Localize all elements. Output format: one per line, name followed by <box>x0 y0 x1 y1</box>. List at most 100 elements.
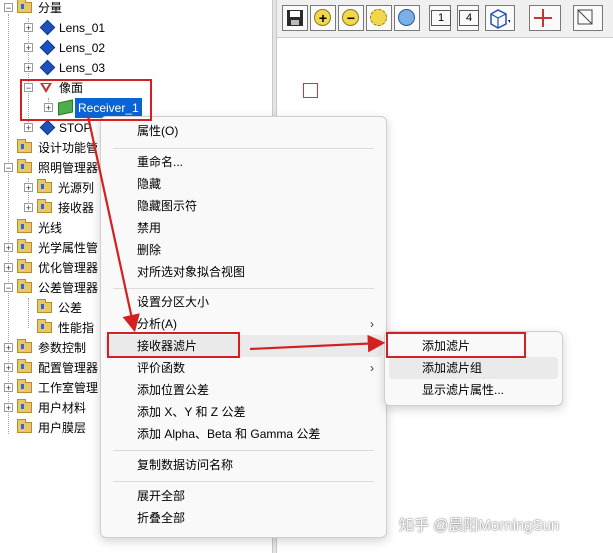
expand-icon[interactable]: + <box>4 383 13 393</box>
zoom-fit-icon <box>398 9 415 26</box>
zoom-in-button[interactable]: + <box>310 5 336 31</box>
save-button[interactable] <box>282 5 308 31</box>
menu-item-label: 隐藏图示符 <box>137 199 198 213</box>
expand-icon[interactable]: + <box>4 243 13 253</box>
menu-item-hide-glyph[interactable]: 隐藏图示符 <box>105 195 382 217</box>
menu-item-label: 禁用 <box>137 221 162 235</box>
menu-item-disable[interactable]: 禁用 <box>105 217 382 239</box>
folder-icon <box>17 259 32 273</box>
highlight-box-add-filter <box>386 332 526 358</box>
submenu-item-show-filter-properties[interactable]: 显示滤片属性... <box>389 379 558 401</box>
tree-item-label: STOP <box>59 121 92 135</box>
lens-diamond-icon <box>39 119 56 136</box>
menu-separator <box>113 481 374 482</box>
menu-item-copy-data-access-name[interactable]: 复制数据访问名称 <box>105 454 382 476</box>
tree-item-label: Lens_03 <box>59 61 106 75</box>
menu-item-label: 添加滤片组 <box>422 361 483 375</box>
axis-icon <box>534 9 552 27</box>
folder-icon <box>17 0 32 13</box>
expand-icon[interactable]: + <box>24 123 33 133</box>
chevron-right-icon: › <box>370 317 374 331</box>
lens-diamond-icon <box>39 59 56 76</box>
collapse-icon[interactable]: − <box>4 283 13 293</box>
menu-item-fit-view[interactable]: 对所选对象拟合视图 <box>105 261 382 283</box>
menu-separator <box>113 148 374 149</box>
tree-item-label: 性能指 <box>58 321 95 335</box>
collapse-icon[interactable]: − <box>4 3 13 13</box>
expand-icon[interactable]: + <box>4 403 13 413</box>
chevron-right-icon: › <box>370 361 374 375</box>
menu-item-label: 属性(O) <box>137 124 179 138</box>
submenu-item-add-filter-group[interactable]: 添加滤片组 <box>389 357 558 379</box>
menu-item-label: 添加 X、Y 和 Z 公差 <box>137 405 246 419</box>
view-1-label: 1 <box>431 10 451 26</box>
expand-icon[interactable]: + <box>24 43 33 53</box>
menu-item-delete[interactable]: 删除 <box>105 239 382 261</box>
menu-item-collapse-all[interactable]: 折叠全部 <box>105 507 382 529</box>
menu-item-rename[interactable]: 重命名... <box>105 151 382 173</box>
tree-item-lens-01[interactable]: + Lens_01 <box>0 18 270 38</box>
tree-item-lens-03[interactable]: + Lens_03 <box>0 58 270 78</box>
tree-item-label: 工作室管理 <box>38 381 99 395</box>
menu-item-label: 显示滤片属性... <box>422 383 505 397</box>
expand-icon[interactable]: + <box>4 343 13 353</box>
folder-icon <box>37 299 52 313</box>
menu-item-add-angle-tolerance[interactable]: 添加 Alpha、Beta 和 Gamma 公差 <box>105 423 382 445</box>
expand-icon[interactable]: + <box>4 263 13 273</box>
menu-item-label: 对所选对象拟合视图 <box>137 265 246 279</box>
view-4-label: 4 <box>459 10 479 26</box>
menu-item-properties[interactable]: 属性(O) <box>105 120 382 142</box>
cube-icon <box>490 9 510 29</box>
tree-item-label: 光线 <box>38 221 63 235</box>
tree-item-label: 分量 <box>38 1 63 15</box>
lens-diamond-icon <box>39 19 56 36</box>
menu-item-label: 重命名... <box>137 155 184 169</box>
folder-icon <box>17 239 32 253</box>
menu-item-add-xyz-tolerance[interactable]: 添加 X、Y 和 Z 公差 <box>105 401 382 423</box>
tree-item-label: 照明管理器 <box>38 161 99 175</box>
folder-icon <box>37 199 52 213</box>
folder-icon <box>17 279 32 293</box>
expand-icon[interactable]: + <box>24 23 33 33</box>
axis-button[interactable] <box>529 5 561 31</box>
view-4-button[interactable]: 4 <box>457 5 479 31</box>
zoom-window-icon <box>370 9 387 26</box>
highlight-box-image-plane <box>20 79 152 121</box>
view-1-button[interactable]: 1 <box>429 5 451 31</box>
menu-item-label: 展开全部 <box>137 489 186 503</box>
menu-item-label: 隐藏 <box>137 177 162 191</box>
menu-item-label: 添加位置公差 <box>137 383 210 397</box>
tree-item-lens-02[interactable]: + Lens_02 <box>0 38 270 58</box>
tree-item-label: 参数控制 <box>38 341 87 355</box>
tree-item-label: 用户膜层 <box>38 421 87 435</box>
expand-icon[interactable]: + <box>24 203 33 213</box>
menu-item-partition-size[interactable]: 设置分区大小 <box>105 291 382 313</box>
menu-item-merit-function[interactable]: 评价函数 › <box>105 357 382 379</box>
zoom-out-button[interactable]: − <box>338 5 364 31</box>
watermark: 知乎 @晨阳MorningSun <box>399 517 560 534</box>
tree-item-label: 优化管理器 <box>38 261 99 275</box>
menu-item-label: 删除 <box>137 243 162 257</box>
tree-item-label: 用户材料 <box>38 401 87 415</box>
render-button[interactable] <box>573 5 603 31</box>
menu-item-hide[interactable]: 隐藏 <box>105 173 382 195</box>
tree-item-components[interactable]: − 分量 <box>0 0 270 18</box>
zoom-fit-button[interactable] <box>394 5 420 31</box>
menu-item-expand-all[interactable]: 展开全部 <box>105 485 382 507</box>
render-icon <box>577 9 593 25</box>
expand-icon[interactable]: + <box>4 363 13 373</box>
menu-item-add-position-tolerance[interactable]: 添加位置公差 <box>105 379 382 401</box>
expand-icon[interactable]: + <box>24 63 33 73</box>
context-menu: 属性(O) 重命名... 隐藏 隐藏图示符 禁用 删除 对所选对象拟合视图 设置… <box>100 116 387 538</box>
tree-item-label: Lens_02 <box>59 41 106 55</box>
menu-item-label: 评价函数 <box>137 361 186 375</box>
menu-item-label: 设置分区大小 <box>137 295 210 309</box>
view-marker <box>303 83 318 98</box>
folder-icon <box>17 219 32 233</box>
view-orientation-button[interactable] <box>485 5 515 31</box>
plus-glyph: + <box>318 10 328 26</box>
expand-icon[interactable]: + <box>24 183 33 193</box>
minus-glyph: − <box>346 10 356 26</box>
collapse-icon[interactable]: − <box>4 163 13 173</box>
zoom-window-button[interactable] <box>366 5 392 31</box>
